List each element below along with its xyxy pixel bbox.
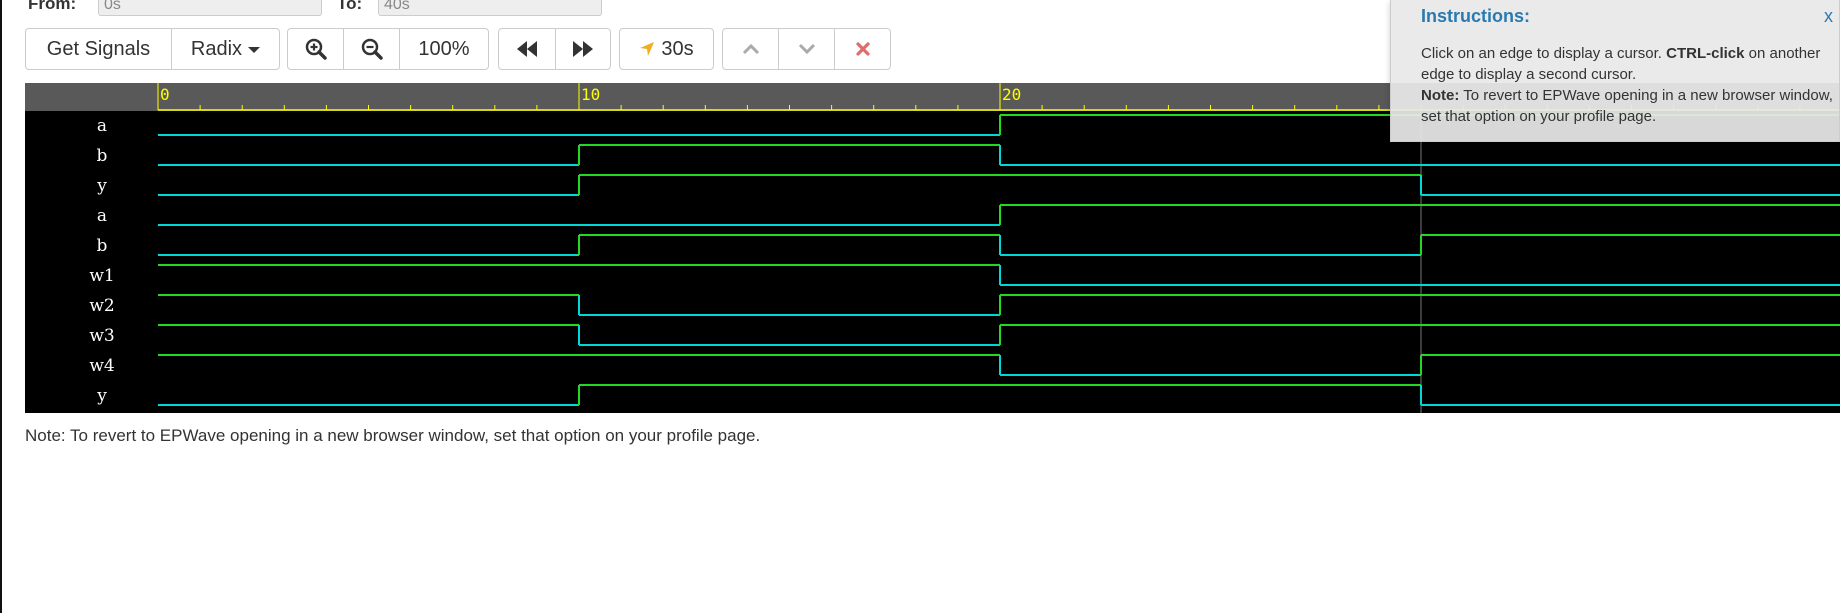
- signal-button-group: Get Signals Radix: [25, 28, 280, 70]
- cursor-time: 30s: [661, 37, 694, 60]
- waveform-area: [25, 111, 1840, 413]
- popover-close-button[interactable]: x: [1824, 6, 1833, 27]
- signal-name: a: [97, 116, 107, 136]
- zoom-level-button[interactable]: 100%: [399, 28, 489, 70]
- to-input[interactable]: [378, 0, 602, 16]
- location-arrow-icon: [640, 42, 655, 56]
- fast-backward-icon: [517, 41, 537, 57]
- radix-label: Radix: [190, 37, 243, 60]
- tick-label: 20: [1002, 85, 1021, 104]
- profile-note: Note: To revert to EPWave opening in a n…: [25, 426, 761, 445]
- navigation-button-group: [498, 28, 611, 70]
- signal-name: w3: [89, 326, 114, 346]
- signal-name: w1: [89, 266, 114, 286]
- remove-signal-button[interactable]: [834, 28, 891, 70]
- instruction-line: Click on an edge to display a cursor. CT…: [1421, 43, 1840, 85]
- signal-name: b: [97, 146, 108, 166]
- chevron-up-icon: [742, 43, 759, 55]
- tick-label: 0: [160, 85, 170, 104]
- signal-name: y: [96, 386, 107, 406]
- zoom-in-button[interactable]: [287, 28, 344, 70]
- tick-label: 10: [581, 85, 600, 104]
- next-edge-button[interactable]: [555, 28, 611, 70]
- note-text: To revert to EPWave opening in a new bro…: [1421, 87, 1833, 125]
- radix-dropdown[interactable]: Radix: [171, 28, 280, 70]
- to-label: To:: [337, 0, 363, 13]
- move-down-button[interactable]: [778, 28, 835, 70]
- signal-name: b: [97, 236, 108, 256]
- signal-name: w2: [89, 296, 114, 316]
- caret-down-icon: [248, 47, 261, 53]
- fast-forward-icon: [573, 41, 593, 57]
- close-icon: [855, 42, 870, 56]
- instruction-text: Click on an edge to display a cursor.: [1421, 45, 1662, 62]
- popover-title: Instructions:: [1421, 6, 1531, 26]
- cursor-button-group: 30s: [619, 28, 714, 70]
- get-signals-button[interactable]: Get Signals: [25, 28, 172, 70]
- chevron-down-icon: [798, 43, 815, 55]
- instruction-key: CTRL-click: [1666, 45, 1745, 62]
- window-edge: [0, 0, 2, 613]
- popover-body: Click on an edge to display a cursor. CT…: [1421, 43, 1840, 127]
- prev-edge-button[interactable]: [498, 28, 556, 70]
- signal-name: w4: [89, 356, 114, 376]
- zoom-button-group: 100%: [287, 28, 489, 70]
- note-label: Note:: [1421, 87, 1460, 104]
- move-up-button[interactable]: [722, 28, 779, 70]
- zoom-out-icon: [361, 38, 383, 60]
- goto-cursor-button[interactable]: 30s: [619, 28, 714, 70]
- signal-name: y: [96, 176, 107, 196]
- signal-order-button-group: [722, 28, 891, 70]
- zoom-in-icon: [305, 38, 327, 60]
- instructions-popover: Instructions: x Click on an edge to disp…: [1390, 0, 1840, 142]
- get-signals-label: Get Signals: [46, 37, 151, 60]
- signal-name: a: [97, 206, 107, 226]
- instruction-note: Note: To revert to EPWave opening in a n…: [1421, 85, 1840, 127]
- zoom-out-button[interactable]: [343, 28, 400, 70]
- from-label: From:: [28, 0, 77, 13]
- zoom-level: 100%: [418, 37, 470, 60]
- from-input[interactable]: [98, 0, 322, 16]
